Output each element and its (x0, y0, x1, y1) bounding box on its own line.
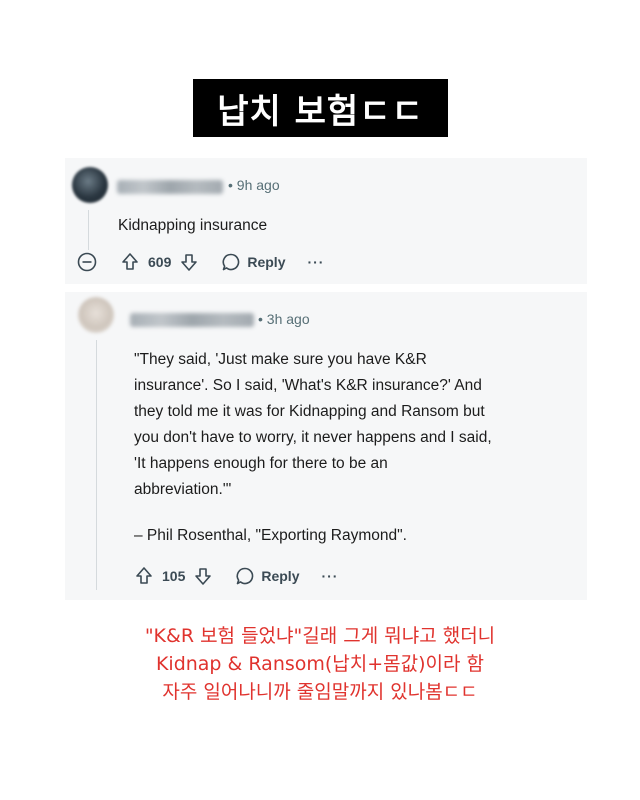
reply-button[interactable]: Reply (221, 252, 285, 272)
caption-line: 자주 일어나니까 줄임말까지 있나봄ㄷㄷ (162, 681, 478, 703)
vote-count: 105 (162, 568, 186, 584)
more-options-icon[interactable]: ··· (307, 254, 324, 270)
thread-line[interactable] (88, 210, 89, 250)
reply-label: Reply (261, 568, 300, 584)
comment-actions: 105 Reply ··· (134, 566, 338, 586)
quote-attribution: – Phil Rosenthal, "Exporting Raymond". (134, 527, 407, 544)
caption: "K&R 보험 들었냐"길래 그게 뭐냐고 했더니 Kidnap & Ranso… (0, 622, 640, 706)
upvote-icon[interactable] (134, 566, 154, 586)
username-blurred[interactable] (117, 180, 223, 194)
comment-line: "They said, 'Just make sure you have K&R (134, 351, 427, 368)
comment-line: 'It happens enough for there to be an (134, 455, 388, 472)
comment-timestamp: • 3h ago (258, 311, 310, 327)
comment-line: insurance'. So I said, 'What's K&R insur… (134, 377, 482, 394)
avatar[interactable] (78, 297, 114, 333)
vote-count: 609 (148, 254, 172, 270)
thread-line[interactable] (96, 340, 97, 590)
caption-line: Kidnap & Ransom(납치+몸값)이라 함 (155, 653, 485, 675)
comment-bubble-icon (235, 566, 255, 586)
username-blurred[interactable] (130, 313, 254, 327)
comment-body: Kidnapping insurance (118, 217, 268, 234)
reply-label: Reply (247, 254, 286, 270)
comment-body: "They said, 'Just make sure you have K&R… (134, 347, 574, 503)
avatar[interactable] (72, 167, 108, 203)
caption-line: "K&R 보험 들었냐"길래 그게 뭐냐고 했더니 (144, 625, 496, 647)
comment-bubble-icon (221, 252, 241, 272)
page-title: 납치 보험ㄷㄷ (217, 91, 424, 132)
comment-line: they told me it was for Kidnapping and R… (134, 403, 485, 420)
reply-button[interactable]: Reply (235, 566, 299, 586)
comment-line: you don't have to worry, it never happen… (134, 429, 492, 446)
title-banner: 납치 보험ㄷㄷ (193, 79, 448, 137)
comment-line: abbreviation.'" (134, 481, 232, 498)
downvote-icon[interactable] (193, 566, 213, 586)
comment-timestamp: • 9h ago (228, 177, 280, 193)
downvote-icon[interactable] (179, 252, 199, 272)
collapse-icon[interactable] (76, 251, 98, 273)
more-options-icon[interactable]: ··· (321, 568, 338, 584)
upvote-icon[interactable] (120, 252, 140, 272)
comment-actions: 609 Reply ··· (76, 251, 324, 273)
